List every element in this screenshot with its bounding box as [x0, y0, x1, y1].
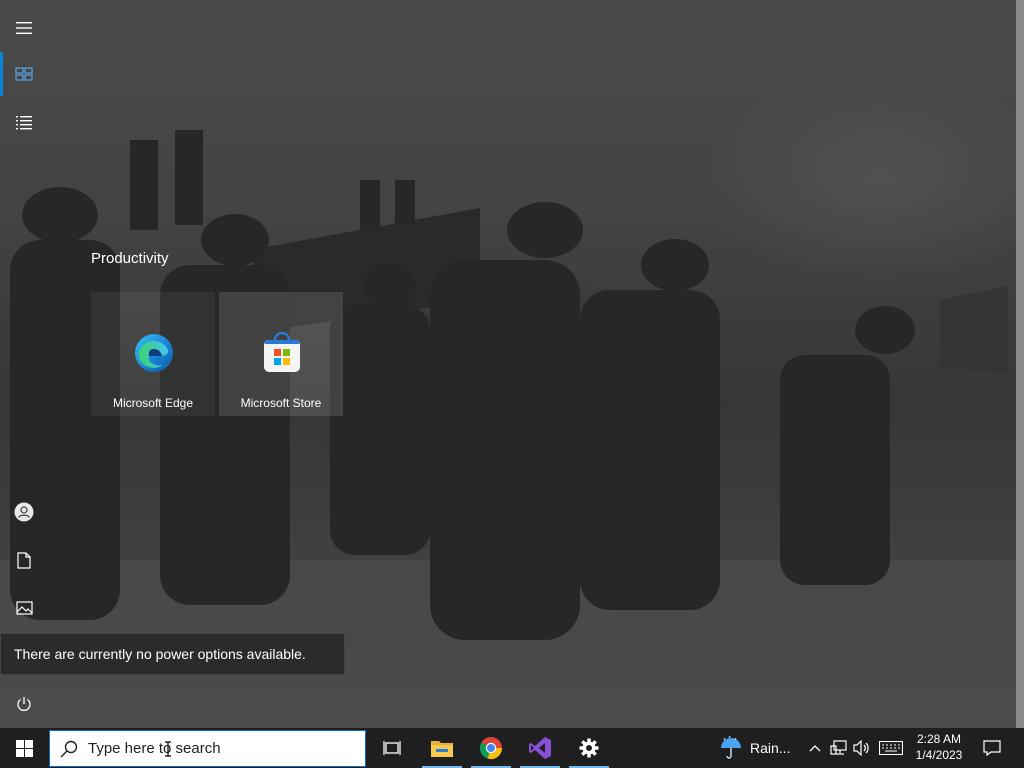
- touch-keyboard-button[interactable]: [876, 728, 906, 768]
- touch-keyboard-icon: [879, 741, 903, 755]
- rain-umbrella-icon: [721, 735, 741, 759]
- chrome-icon: [479, 737, 503, 760]
- edge-icon: [135, 334, 173, 372]
- file-explorer-button[interactable]: [418, 728, 466, 768]
- search-placeholder: Type here to search: [88, 740, 221, 757]
- visual-studio-button[interactable]: [516, 728, 564, 768]
- task-view-icon: [383, 741, 401, 755]
- tile-label: Microsoft Edge: [112, 396, 194, 410]
- tile-microsoft-edge[interactable]: Microsoft Edge: [91, 292, 215, 416]
- show-hidden-icons-button[interactable]: [804, 728, 826, 768]
- network-icon: [830, 740, 847, 755]
- weather-text: Rain...: [750, 740, 791, 756]
- clock-time: 2:28 AM: [916, 732, 962, 746]
- pictures-icon[interactable]: [0, 586, 48, 630]
- task-view-button[interactable]: [368, 728, 416, 768]
- windows-logo-icon: [15, 739, 33, 757]
- store-icon: [264, 332, 300, 372]
- hamburger-menu-icon[interactable]: [0, 6, 48, 50]
- start-menu-rail: [0, 0, 48, 728]
- weather-widget[interactable]: Rain...: [718, 728, 796, 768]
- text-cursor-icon: [165, 741, 171, 757]
- settings-button[interactable]: [565, 728, 613, 768]
- pinned-tiles-icon[interactable]: [0, 52, 48, 96]
- tile-group-title[interactable]: Productivity: [91, 250, 169, 267]
- all-apps-list-icon[interactable]: [0, 101, 48, 145]
- action-center-button[interactable]: [978, 728, 1006, 768]
- settings-icon: [579, 738, 599, 758]
- volume-button[interactable]: [851, 728, 873, 768]
- tile-label: Microsoft Store: [240, 396, 322, 410]
- clock-date: 1/4/2023: [915, 748, 963, 762]
- user-account-icon[interactable]: [0, 490, 48, 534]
- file-explorer-icon: [431, 741, 453, 757]
- taskbar-clock[interactable]: 2:28 AM 1/4/2023: [907, 728, 971, 768]
- action-center-icon: [983, 740, 1001, 756]
- visual-studio-icon: [529, 737, 551, 759]
- screen-edge: [1016, 0, 1024, 728]
- start-button[interactable]: [0, 728, 48, 768]
- power-icon[interactable]: [0, 682, 48, 726]
- chevron-up-icon: [809, 745, 821, 752]
- network-button[interactable]: [828, 728, 850, 768]
- documents-icon[interactable]: [0, 538, 48, 582]
- volume-icon: [853, 740, 869, 756]
- chrome-button[interactable]: [467, 728, 515, 768]
- search-icon: [60, 740, 78, 758]
- power-options-tooltip: There are currently no power options ava…: [0, 633, 345, 675]
- taskbar-search-box[interactable]: Type here to search: [49, 730, 366, 767]
- tile-microsoft-store[interactable]: Microsoft Store: [219, 292, 343, 416]
